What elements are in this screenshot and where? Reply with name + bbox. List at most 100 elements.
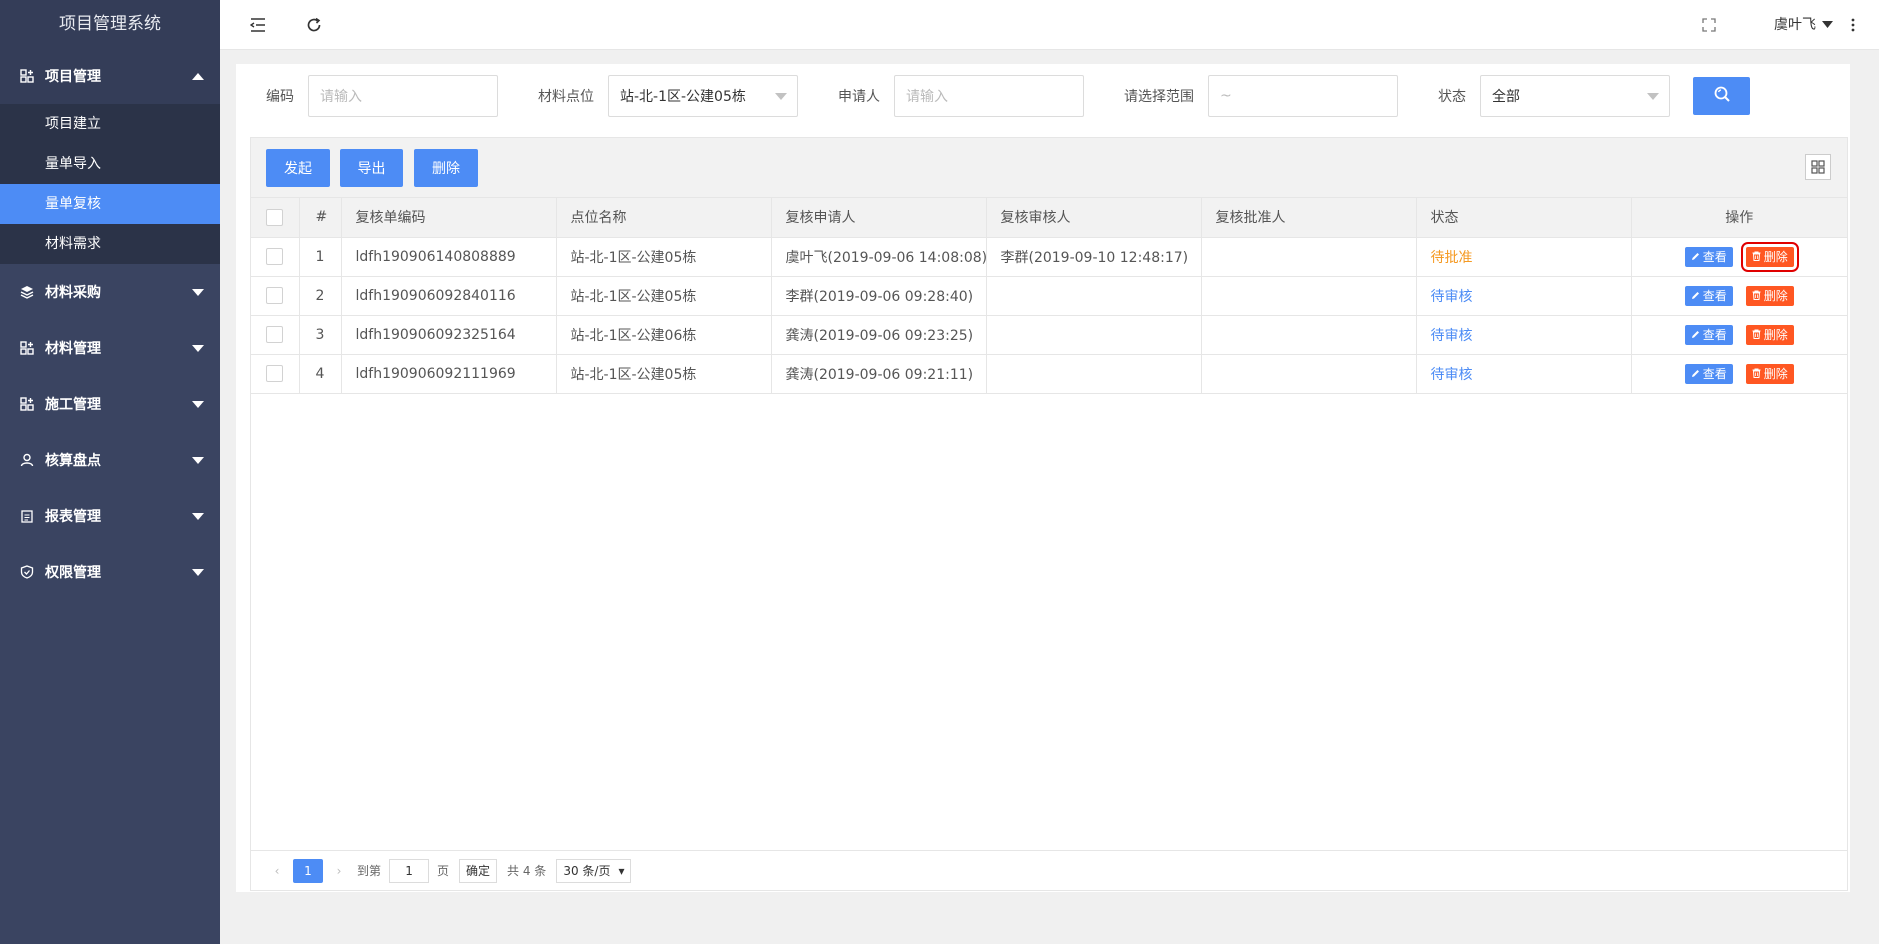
menu-toggle-icon[interactable] bbox=[248, 15, 268, 35]
row-approver bbox=[1200, 236, 1417, 277]
caret-down-icon bbox=[192, 564, 204, 580]
menu-group-permission: 权限管理 bbox=[0, 544, 220, 600]
delete-button[interactable]: 删除 bbox=[1745, 285, 1794, 306]
user-menu[interactable]: 虞叶飞 bbox=[1774, 14, 1833, 34]
data-table-container: 发起 导出 删除 # 复核单编码 点位名称 复核申请人 复核审核人 复核批准人 … bbox=[250, 137, 1848, 891]
row-index: 3 bbox=[298, 314, 342, 355]
status-select[interactable]: 全部 bbox=[1480, 75, 1670, 117]
menu-permission-management[interactable]: 权限管理 bbox=[0, 544, 220, 600]
code-placeholder: 请输入 bbox=[320, 89, 362, 105]
menu-material-purchase[interactable]: 材料采购 bbox=[0, 264, 220, 320]
col-code: 复核单编码 bbox=[340, 198, 557, 238]
delete-label: 删除 bbox=[1763, 328, 1788, 342]
status-label: 状态 bbox=[1438, 89, 1466, 105]
chevron-down-icon bbox=[775, 88, 787, 104]
bulk-delete-button[interactable]: 删除 bbox=[414, 149, 478, 187]
row-status: 待审核 bbox=[1415, 353, 1632, 394]
menu-group-report: 报表管理 bbox=[0, 488, 220, 544]
menu-report-management[interactable]: 报表管理 bbox=[0, 488, 220, 544]
caret-down-icon bbox=[1822, 16, 1833, 32]
edit-icon bbox=[1691, 328, 1700, 342]
menu-label: 权限管理 bbox=[45, 565, 101, 581]
goto-confirm-button[interactable]: 确定 bbox=[459, 858, 498, 883]
code-input[interactable]: 请输入 bbox=[308, 75, 498, 117]
view-label: 查看 bbox=[1702, 328, 1727, 342]
menu-label: 材料管理 bbox=[45, 341, 101, 357]
sidebar-item-bill-import[interactable]: 量单导入 bbox=[0, 144, 220, 184]
grid-icon bbox=[20, 341, 34, 355]
row-applicant: 虞叶飞(2019-09-06 14:08:08) bbox=[770, 236, 987, 277]
row-location: 站-北-1区-公建06栋 bbox=[555, 314, 772, 355]
menu-accounting-inventory[interactable]: 核算盘点 bbox=[0, 432, 220, 488]
range-label: 请选择范围 bbox=[1124, 89, 1194, 105]
row-select-cell bbox=[251, 275, 300, 316]
col-index: # bbox=[298, 198, 342, 238]
start-button[interactable]: 发起 bbox=[266, 149, 330, 187]
filter-bar: 编码 请输入 材料点位 站-北-1区-公建05栋 申请人 请输入 请选择范围 ~… bbox=[236, 64, 1850, 130]
row-checkbox[interactable] bbox=[266, 326, 283, 343]
delete-label: 删除 bbox=[1763, 367, 1788, 381]
view-button[interactable]: 查看 bbox=[1684, 285, 1733, 306]
applicant-input[interactable]: 请输入 bbox=[894, 75, 1084, 117]
refresh-icon[interactable] bbox=[304, 15, 324, 35]
sidebar-item-material-demand[interactable]: 材料需求 bbox=[0, 224, 220, 264]
applicant-placeholder: 请输入 bbox=[906, 89, 948, 105]
fullscreen-icon[interactable] bbox=[1699, 15, 1719, 35]
row-reviewer bbox=[985, 353, 1202, 394]
table-row: 2 ldfh190906092840116 站-北-1区-公建05栋 李群(20… bbox=[251, 275, 1847, 316]
content-panel: 编码 请输入 材料点位 站-北-1区-公建05栋 申请人 请输入 请选择范围 ~… bbox=[236, 64, 1850, 892]
row-reviewer bbox=[985, 314, 1202, 355]
caret-down-icon bbox=[192, 284, 204, 300]
row-select-cell bbox=[251, 353, 300, 394]
goto-page-input[interactable]: 1 bbox=[389, 858, 430, 883]
page-size-select[interactable]: 30 条/页 ▾ bbox=[556, 858, 632, 883]
menu-material-management[interactable]: 材料管理 bbox=[0, 320, 220, 376]
view-button[interactable]: 查看 bbox=[1684, 363, 1733, 384]
more-vertical-icon[interactable] bbox=[1843, 15, 1863, 35]
sidebar-item-project-create[interactable]: 项目建立 bbox=[0, 104, 220, 144]
row-location: 站-北-1区-公建05栋 bbox=[555, 236, 772, 277]
menu-project-management[interactable]: 项目管理 bbox=[0, 48, 220, 104]
row-select-cell bbox=[251, 314, 300, 355]
row-code: ldfh190906140808889 bbox=[340, 236, 557, 277]
export-button[interactable]: 导出 bbox=[340, 149, 403, 187]
col-applicant: 复核申请人 bbox=[770, 198, 987, 238]
menu-group-construction: 施工管理 bbox=[0, 376, 220, 432]
caret-down-icon bbox=[192, 452, 204, 468]
prev-page-icon[interactable]: ‹ bbox=[265, 864, 289, 878]
edit-icon bbox=[1691, 367, 1700, 381]
review-table: # 复核单编码 点位名称 复核申请人 复核审核人 复核批准人 状态 操作 1 l… bbox=[251, 198, 1847, 394]
menu-construction-management[interactable]: 施工管理 bbox=[0, 376, 220, 432]
date-range-input[interactable]: ~ bbox=[1208, 75, 1398, 117]
menu-label: 材料采购 bbox=[45, 285, 101, 301]
delete-button[interactable]: 删除 bbox=[1745, 324, 1794, 345]
menu-label: 核算盘点 bbox=[45, 453, 101, 469]
row-reviewer bbox=[985, 275, 1202, 316]
location-select[interactable]: 站-北-1区-公建05栋 bbox=[608, 75, 798, 117]
table-toolbar: 发起 导出 删除 bbox=[251, 138, 1847, 198]
select-all-checkbox[interactable] bbox=[266, 208, 283, 226]
view-button[interactable]: 查看 bbox=[1684, 324, 1733, 345]
delete-button[interactable]: 删除 bbox=[1740, 241, 1799, 272]
search-button[interactable] bbox=[1693, 77, 1750, 115]
layers-icon bbox=[20, 285, 34, 299]
view-button[interactable]: 查看 bbox=[1684, 246, 1733, 267]
delete-button[interactable]: 删除 bbox=[1745, 363, 1794, 384]
page-current[interactable]: 1 bbox=[293, 858, 323, 883]
edit-icon bbox=[1691, 289, 1700, 303]
column-toggle-icon[interactable] bbox=[1805, 154, 1831, 180]
topbar: 虞叶飞 bbox=[220, 0, 1879, 50]
app-title: 项目管理系统 bbox=[0, 0, 220, 48]
row-approver bbox=[1200, 353, 1417, 394]
row-checkbox[interactable] bbox=[266, 248, 283, 265]
row-index: 1 bbox=[298, 236, 342, 277]
row-code: ldfh190906092325164 bbox=[340, 314, 557, 355]
next-page-icon[interactable]: › bbox=[327, 864, 351, 878]
row-index: 4 bbox=[298, 353, 342, 394]
sidebar-item-bill-review[interactable]: 量单复核 bbox=[0, 184, 220, 224]
row-checkbox[interactable] bbox=[266, 365, 283, 382]
table-row: 3 ldfh190906092325164 站-北-1区-公建06栋 龚涛(20… bbox=[251, 314, 1847, 355]
row-applicant: 龚涛(2019-09-06 09:23:25) bbox=[770, 314, 987, 355]
goto-prefix: 到第 bbox=[357, 864, 382, 878]
row-checkbox[interactable] bbox=[266, 287, 283, 304]
